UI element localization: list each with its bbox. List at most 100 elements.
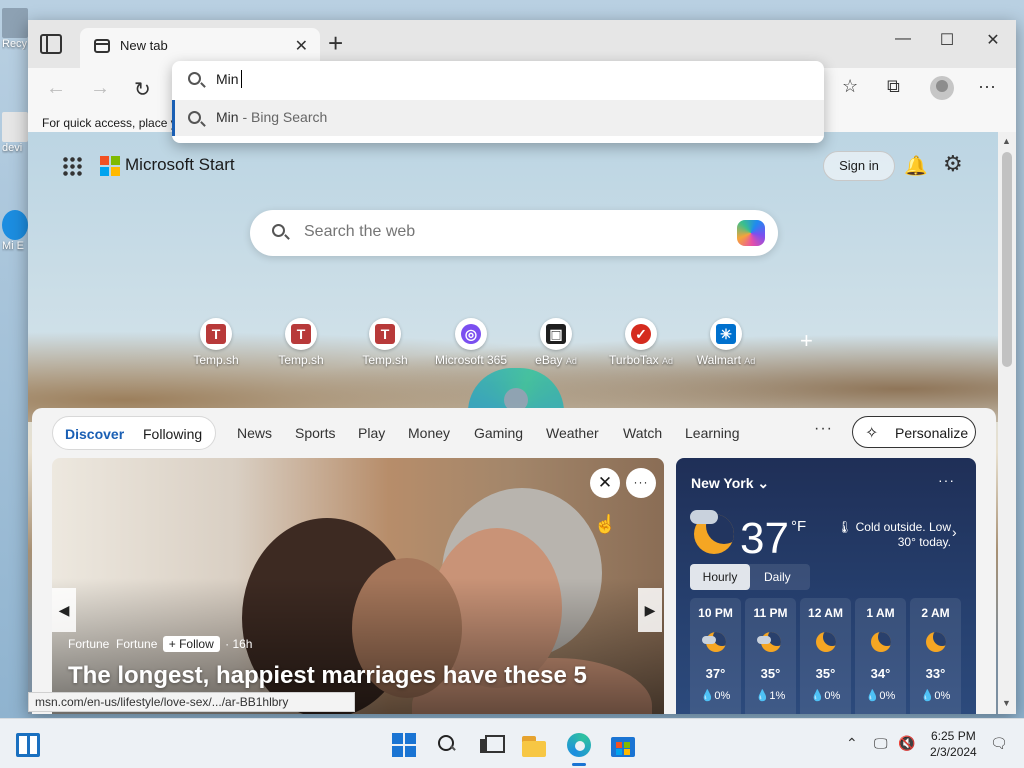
scroll-up-arrow-icon[interactable]: ▲	[1002, 136, 1011, 146]
moon-icon	[925, 632, 946, 652]
quick-link-tile[interactable]: T Temp.sh	[174, 318, 258, 367]
show-hidden-icons-chevron-icon[interactable]: ⌃	[846, 735, 858, 752]
tab-news[interactable]: News	[237, 425, 272, 441]
notifications-bell-icon[interactable]: 🔔	[904, 154, 928, 178]
follow-button[interactable]: + Follow	[162, 636, 220, 652]
tab-money[interactable]: Money	[408, 425, 450, 441]
collections-icon[interactable]: ⧉	[887, 76, 900, 97]
weather-card[interactable]: New York ⌄ ··· 37 °F 🌡 Cold outside. Low…	[676, 458, 976, 714]
tab-close-icon[interactable]: ✕	[295, 36, 308, 56]
quick-link-tile[interactable]: ✳ Walmart Ad	[684, 318, 768, 367]
tab-weather[interactable]: Weather	[546, 425, 599, 441]
tile-icon-bg: ✳	[710, 318, 742, 350]
tile-icon-bg: T	[285, 318, 317, 350]
story-source: Fortune Fortune + Follow · 16h	[68, 636, 252, 652]
tab-watch[interactable]: Watch	[623, 425, 662, 441]
tab-discover[interactable]: Discover	[65, 426, 124, 442]
scroll-down-arrow-icon[interactable]: ▼	[1002, 698, 1011, 708]
file-explorer-icon[interactable]	[522, 733, 546, 757]
tab-following[interactable]: Following	[143, 426, 202, 442]
edge-logo-watermark	[468, 368, 564, 412]
weather-more-icon[interactable]: ···	[938, 472, 955, 488]
content-feed: Discover Following News Sports Play Mone…	[32, 408, 996, 714]
address-bar[interactable]	[172, 61, 824, 99]
temp-sh-icon: T	[375, 324, 395, 344]
story-more-options-icon[interactable]: ···	[626, 468, 656, 498]
maximize-button[interactable]: ☐	[924, 30, 970, 50]
address-input[interactable]	[216, 71, 776, 87]
dismiss-story-icon[interactable]: ✕	[590, 468, 620, 498]
microsoft-365-icon: ◎	[461, 324, 481, 344]
microsoft-store-icon[interactable]	[611, 733, 635, 757]
sign-in-button[interactable]: Sign in	[823, 151, 895, 181]
refresh-button[interactable]: ↻	[134, 77, 151, 102]
hour-time: 1 AM	[866, 606, 895, 620]
taskbar-search-icon[interactable]	[436, 733, 460, 757]
temp-sh-icon: T	[206, 324, 226, 344]
tab-gaming[interactable]: Gaming	[474, 425, 523, 441]
start-windows-icon[interactable]	[392, 733, 416, 757]
quick-link-tile[interactable]: ▣ eBay Ad	[514, 318, 598, 367]
copilot-icon[interactable]	[737, 220, 765, 246]
moon-icon	[870, 632, 891, 652]
page-settings-gear-icon[interactable]: ⚙	[943, 151, 963, 177]
app-launcher-icon[interactable]	[62, 156, 82, 176]
widgets-icon[interactable]	[16, 733, 40, 757]
search-icon	[272, 224, 285, 237]
quick-link-tile[interactable]: ◎ Microsoft 365	[429, 318, 513, 367]
tab-play[interactable]: Play	[358, 425, 385, 441]
scrollbar-thumb[interactable]	[1002, 152, 1012, 367]
web-search-box[interactable]	[250, 210, 778, 256]
tab-title: New tab	[120, 38, 168, 53]
tab-actions-icon[interactable]	[40, 34, 62, 54]
hour-temp: 35°	[760, 666, 781, 681]
quick-link-tile[interactable]: T Temp.sh	[259, 318, 343, 367]
carousel-prev-button[interactable]: ◀	[52, 588, 76, 632]
brand-title[interactable]: Microsoft Start	[125, 155, 235, 175]
quick-link-tile[interactable]: T Temp.sh	[343, 318, 427, 367]
tile-icon-bg: ◎	[455, 318, 487, 350]
close-window-button[interactable]: ✕	[970, 30, 1016, 50]
profile-avatar[interactable]	[930, 76, 954, 100]
temperature-unit[interactable]: °F	[791, 518, 806, 535]
settings-menu-button[interactable]: ···	[978, 76, 996, 97]
forward-button[interactable]: →	[90, 77, 110, 100]
task-view-icon[interactable]	[478, 733, 505, 757]
tile-label: Temp.sh	[278, 353, 324, 367]
hour-time: 2 AM	[921, 606, 950, 620]
weather-location[interactable]: New York ⌄	[691, 475, 769, 492]
new-tab-page: Microsoft Start Sign in 🔔 ⚙ T Temp.sh T …	[28, 132, 998, 714]
current-temperature: 37	[740, 514, 789, 563]
system-clock[interactable]: 6:25 PM 2/3/2024	[930, 728, 977, 760]
turbotax-icon: ✓	[631, 324, 651, 344]
source-name[interactable]: Fortune	[116, 637, 157, 651]
carousel-next-button[interactable]: ▶	[638, 588, 662, 632]
hourly-forecast-item: 12 AM 35° 💧0%	[800, 598, 851, 714]
tab-learning[interactable]: Learning	[685, 425, 740, 441]
minimize-button[interactable]: —	[880, 30, 926, 48]
volume-muted-icon[interactable]: 🔇	[898, 735, 915, 752]
tile-icon-bg: T	[200, 318, 232, 350]
tab-daily[interactable]: Daily	[764, 570, 791, 584]
network-icon[interactable]: 🖵	[874, 735, 888, 752]
quick-link-tile[interactable]: ✓ TurboTax Ad	[599, 318, 683, 367]
favorites-icon[interactable]: ☆	[842, 76, 858, 97]
feed-more-button[interactable]: ···	[814, 420, 833, 438]
notification-center-icon[interactable]: 🗨	[990, 735, 1008, 752]
tab-hourly[interactable]: Hourly	[690, 564, 750, 590]
hour-precip: 💧0%	[920, 690, 951, 702]
story-headline[interactable]: The longest, happiest marriages have the…	[68, 662, 587, 690]
tile-icon-bg: ▣	[540, 318, 572, 350]
weather-detail-arrow-icon[interactable]: ›	[952, 524, 957, 540]
back-button[interactable]: ←	[46, 77, 66, 100]
new-tab-button[interactable]: +	[328, 28, 343, 59]
hero-story-card[interactable]: ✕ ··· ◀ ▶ Fortune Fortune + Follow · 16h…	[52, 458, 664, 714]
tab-sports[interactable]: Sports	[295, 425, 335, 441]
personalize-button[interactable]: ✧ Personalize	[852, 416, 976, 448]
search-suggestion-item[interactable]: Min - Bing Search	[172, 100, 824, 136]
edge-browser-icon[interactable]	[567, 733, 591, 757]
search-icon	[188, 72, 201, 85]
add-quick-link-button[interactable]: +	[800, 328, 813, 354]
ebay-icon: ▣	[546, 324, 566, 344]
web-search-input[interactable]	[304, 223, 724, 241]
